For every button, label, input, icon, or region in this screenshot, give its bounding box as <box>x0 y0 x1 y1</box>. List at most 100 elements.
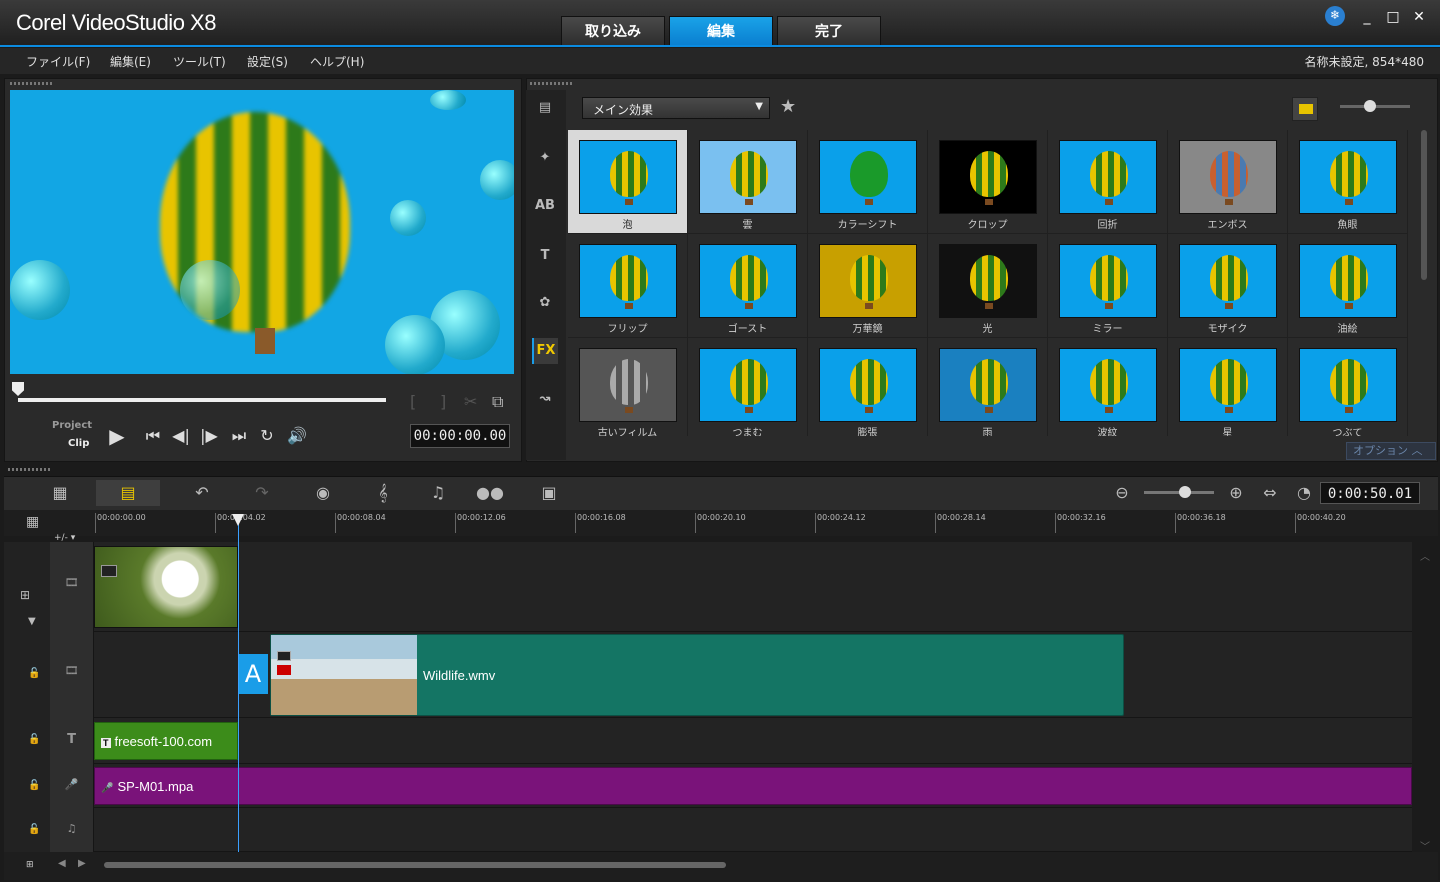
timeline-view-icon[interactable]: ▤ <box>96 480 160 506</box>
effect-thumb[interactable]: 泡 <box>568 130 688 234</box>
voice-clip[interactable]: 🎤 SP-M01.mpa <box>94 767 1412 805</box>
options-button[interactable]: オプション ︿ <box>1346 442 1436 460</box>
menu-edit[interactable]: 編集(E) <box>110 53 151 70</box>
playhead[interactable] <box>238 514 239 852</box>
lock-icon[interactable]: 🔓 <box>28 668 40 679</box>
title-track-icon[interactable]: T <box>67 732 76 747</box>
effect-thumb[interactable]: 雲 <box>688 130 808 234</box>
panel-grip[interactable] <box>8 468 52 471</box>
effect-thumb[interactable]: つまむ <box>688 338 808 436</box>
home-icon[interactable]: ⏮ <box>142 425 164 447</box>
settings-globe-icon[interactable]: ❄ <box>1325 6 1345 26</box>
category-dropdown[interactable]: メイン効果 ▼ <box>582 97 770 119</box>
effect-thumb[interactable]: ミラー <box>1048 234 1168 338</box>
next-frame-icon[interactable]: |▶ <box>198 425 220 447</box>
tab-capture[interactable]: 取り込み <box>561 16 665 46</box>
effect-thumb[interactable]: つぶて <box>1288 338 1408 436</box>
effect-thumb[interactable]: クロップ <box>928 130 1048 234</box>
play-icon[interactable]: ▶ <box>106 425 128 447</box>
mark-out-button[interactable]: ] <box>440 392 446 411</box>
filter-icon[interactable]: FX <box>532 338 558 364</box>
effect-thumb[interactable]: 万華鏡 <box>808 234 928 338</box>
video-track-icon[interactable]: 🎞 <box>65 576 79 589</box>
library-scrollbar[interactable] <box>1420 130 1428 430</box>
ripple-edit-icon[interactable]: ⊞ <box>20 588 30 602</box>
scrubber-bar[interactable] <box>18 398 386 402</box>
volume-icon[interactable]: 🔊 <box>286 425 308 447</box>
music-track-icon[interactable]: ♫ <box>67 822 77 835</box>
subtitle-editor-icon[interactable]: ▣ <box>535 480 563 506</box>
thumbnail-view-button[interactable] <box>1292 97 1318 121</box>
add-to-favorites-icon[interactable]: ★ <box>780 96 796 117</box>
wildlife-clip[interactable]: Wildlife.wmv <box>270 634 1124 716</box>
graphic-icon[interactable]: ✿ <box>532 290 558 316</box>
mode-project[interactable]: Project <box>52 420 92 431</box>
panel-grip[interactable] <box>10 82 54 85</box>
zoom-slider-handle[interactable] <box>1179 486 1191 498</box>
mark-in-button[interactable]: [ <box>410 392 416 411</box>
path-icon[interactable]: ↝ <box>532 386 558 412</box>
menu-help[interactable]: ヘルプ(H) <box>310 53 364 70</box>
panel-grip[interactable] <box>530 82 574 85</box>
split-clip-icon[interactable]: ✂ <box>464 392 477 411</box>
library-scroll-thumb[interactable] <box>1421 130 1427 280</box>
effect-thumb[interactable]: フリップ <box>568 234 688 338</box>
close-button[interactable]: ✕ <box>1408 8 1430 26</box>
minimize-button[interactable]: _ <box>1356 8 1378 26</box>
fit-project-icon[interactable]: ⇔ <box>1258 480 1282 506</box>
effect-thumb[interactable]: カラーシフト <box>808 130 928 234</box>
dandelion-clip[interactable] <box>94 546 238 628</box>
transition-clip[interactable]: A <box>238 654 268 694</box>
sound-mixer-icon[interactable]: 𝄞 <box>370 480 396 506</box>
effect-thumb[interactable]: 油絵 <box>1288 234 1408 338</box>
menu-file[interactable]: ファイル(F) <box>26 53 90 70</box>
effect-thumb[interactable]: モザイク <box>1168 234 1288 338</box>
timeline-horizontal-scrollbar[interactable] <box>104 862 726 868</box>
microphone-icon[interactable]: 🎤 <box>65 778 79 791</box>
lock-icon[interactable]: 🔓 <box>28 824 40 835</box>
auto-music-icon[interactable]: ♫ <box>425 480 451 506</box>
maximize-button[interactable]: □ <box>1382 8 1404 26</box>
effect-thumb[interactable]: 回折 <box>1048 130 1168 234</box>
zoom-out-icon[interactable]: ⊖ <box>1110 480 1134 506</box>
menu-tools[interactable]: ツール(T) <box>173 53 226 70</box>
lock-icon[interactable]: 🔓 <box>28 734 40 745</box>
title-clip[interactable]: Tfreesoft-100.com <box>94 722 238 760</box>
track-manager-icon[interactable]: ▦ <box>26 514 39 530</box>
effect-thumb[interactable]: 光 <box>928 234 1048 338</box>
scroll-right-icon[interactable]: ▶ <box>78 858 86 869</box>
media-icon[interactable]: ▤ <box>532 95 558 121</box>
tab-edit[interactable]: 編集 <box>669 16 773 46</box>
show-all-tracks-icon[interactable]: ⊞ <box>26 860 34 870</box>
effect-thumb[interactable]: エンボス <box>1168 130 1288 234</box>
effect-thumb[interactable]: ゴースト <box>688 234 808 338</box>
overlay-track-icon[interactable]: 🎞 <box>65 664 79 677</box>
chevron-down-icon[interactable]: ▼ <box>28 616 36 627</box>
redo-icon[interactable]: ↷ <box>250 480 274 506</box>
effect-thumb[interactable]: 魚眼 <box>1288 130 1408 234</box>
effect-thumb[interactable]: 膨張 <box>808 338 928 436</box>
repeat-icon[interactable]: ↻ <box>256 425 278 447</box>
end-icon[interactable]: ⏭ <box>228 425 250 447</box>
scroll-down-icon[interactable]: ﹀ <box>1420 838 1430 853</box>
thumb-size-slider-handle[interactable] <box>1364 100 1376 112</box>
instant-project-icon[interactable]: ✦ <box>532 145 558 171</box>
effect-thumb[interactable]: 星 <box>1168 338 1288 436</box>
scroll-left-icon[interactable]: ◀ <box>58 858 66 869</box>
tab-share[interactable]: 完了 <box>777 16 881 46</box>
storyboard-view-icon[interactable]: ▦ <box>46 480 74 506</box>
scroll-up-icon[interactable]: ︿ <box>1420 548 1430 563</box>
transition-icon[interactable]: AB <box>532 193 558 219</box>
record-capture-icon[interactable]: ◉ <box>310 480 336 506</box>
enlarge-preview-icon[interactable]: ⧉ <box>492 392 503 412</box>
effect-thumb[interactable]: 古いフィルム <box>568 338 688 436</box>
mode-clip[interactable]: Clip <box>68 438 89 449</box>
effect-thumb[interactable]: 波紋 <box>1048 338 1168 436</box>
motion-tracking-icon[interactable]: ●● <box>475 480 505 506</box>
effect-thumb[interactable]: 雨 <box>928 338 1048 436</box>
undo-icon[interactable]: ↶ <box>190 480 214 506</box>
lock-icon[interactable]: 🔓 <box>28 780 40 791</box>
zoom-in-icon[interactable]: ⊕ <box>1224 480 1248 506</box>
previous-frame-icon[interactable]: ◀| <box>170 425 192 447</box>
timecode-display[interactable]: 00:00:00.00 <box>410 424 510 448</box>
